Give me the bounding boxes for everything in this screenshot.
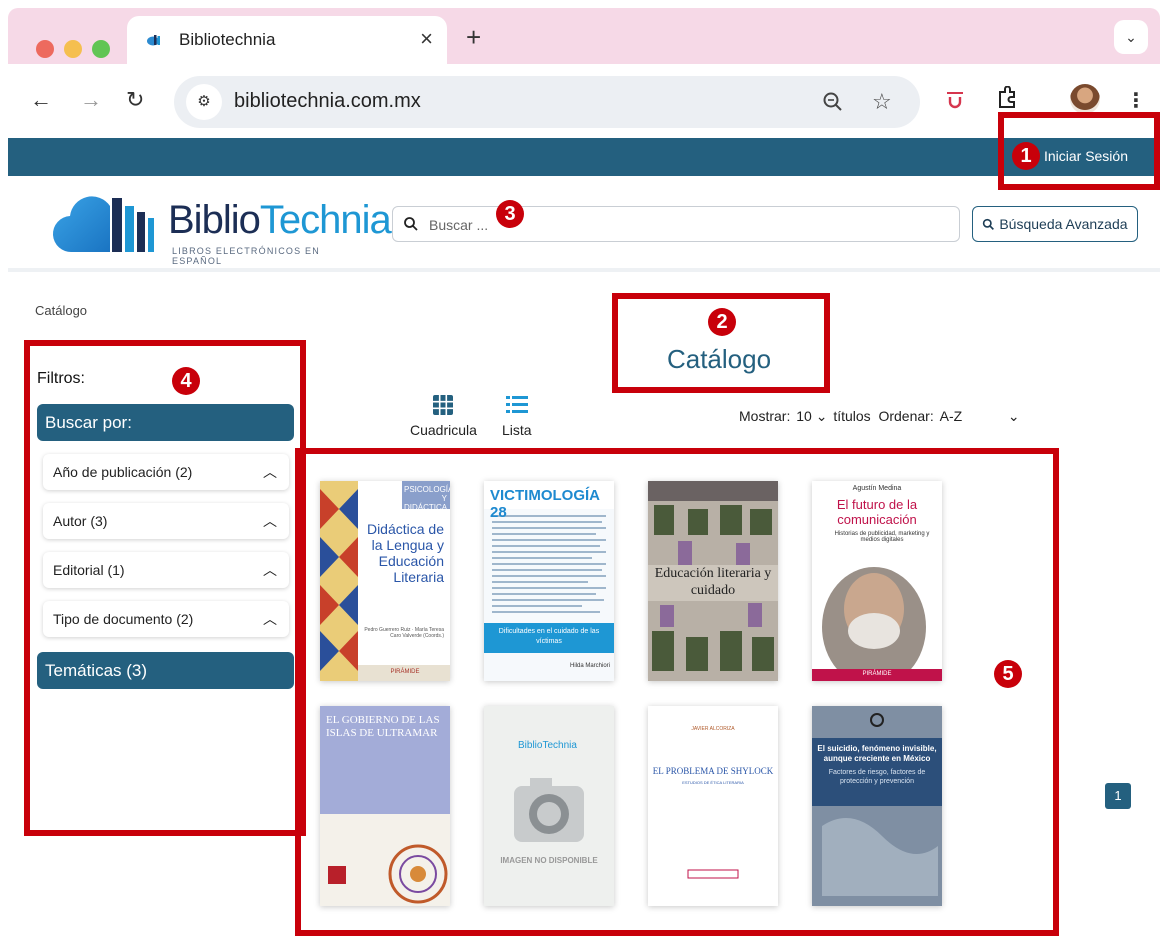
annotation-badge-4: 4: [172, 367, 200, 395]
show-label: Mostrar:: [739, 408, 791, 424]
new-tab-icon[interactable]: +: [466, 24, 481, 50]
advanced-search-label: Búsqueda Avanzada: [999, 216, 1128, 232]
reload-icon[interactable]: ↻: [126, 88, 144, 112]
tab-search-menu-icon[interactable]: ⌄: [1114, 20, 1148, 54]
cloud-favicon-icon: [147, 35, 160, 46]
site-info-icon[interactable]: ⚙: [186, 84, 222, 120]
list-view-button[interactable]: Lista: [502, 394, 532, 438]
tab-close-icon[interactable]: ×: [420, 26, 433, 52]
annotation-badge-2: 2: [708, 308, 736, 336]
grid-icon: [433, 395, 454, 415]
titles-label: títulos: [833, 408, 871, 424]
logo-wordmark: BiblioTechnia: [168, 198, 392, 242]
page-size-select[interactable]: 10 ⌄: [794, 408, 829, 425]
logo-cloud-icon: [52, 196, 154, 253]
bookmark-star-icon[interactable]: ☆: [872, 89, 892, 115]
tab-title: Bibliotechnia: [179, 30, 276, 49]
list-view-label: Lista: [502, 422, 532, 438]
browser-toolbar: ← → ↻ ⚙ bibliotechnia.com.mx ☆ ⋮: [8, 64, 1160, 138]
browser-tab[interactable]: Bibliotechnia ×: [127, 16, 447, 64]
chevron-down-icon: ⌄: [815, 408, 828, 424]
back-icon[interactable]: ←: [30, 88, 52, 112]
annotation-badge-1: 1: [1012, 142, 1040, 170]
search-icon: [404, 217, 418, 231]
more-menu-icon[interactable]: ⋮: [1126, 88, 1146, 113]
logo-tagline: LIBROS ELECTRÓNICOS EN ESPAÑOL: [172, 246, 320, 266]
forward-icon[interactable]: →: [80, 88, 102, 112]
search-icon: [983, 218, 995, 230]
grid-view-button[interactable]: Cuadricula: [410, 394, 477, 438]
address-bar[interactable]: ⚙ bibliotechnia.com.mx ☆: [174, 76, 920, 128]
zoom-icon[interactable]: [822, 91, 844, 113]
sort-label: Ordenar:: [878, 408, 934, 424]
maximize-window-button[interactable]: [92, 40, 110, 58]
annotation-badge-3: 3: [496, 200, 524, 228]
advanced-search-button[interactable]: Búsqueda Avanzada: [972, 206, 1138, 242]
site-top-bar: Iniciar Sesión: [8, 138, 1160, 176]
puzzle-icon[interactable]: [996, 86, 1018, 110]
search-box[interactable]: [392, 206, 960, 242]
minimize-window-button[interactable]: [64, 40, 82, 58]
list-icon: [505, 396, 528, 413]
pagination-page-1[interactable]: 1: [1105, 783, 1131, 809]
url-text[interactable]: bibliotechnia.com.mx: [234, 90, 421, 113]
annotation-badge-5: 5: [994, 660, 1022, 688]
avatar[interactable]: [1070, 84, 1100, 114]
sort-select[interactable]: A-Z ⌄: [938, 408, 1022, 425]
chevron-down-icon: ⌄: [1007, 408, 1020, 424]
grid-view-label: Cuadricula: [410, 422, 477, 438]
close-window-button[interactable]: [36, 40, 54, 58]
annotation-box-4: [24, 340, 306, 836]
site-logo[interactable]: BiblioTechnia LIBROS ELECTRÓNICOS EN ESP…: [52, 188, 392, 266]
annotation-box-5: [295, 448, 1059, 936]
results-controls: Mostrar: 10 ⌄ títulos Ordenar: A-Z ⌄: [739, 408, 1022, 425]
breadcrumb[interactable]: Catálogo: [35, 303, 87, 318]
extension-icon[interactable]: [944, 90, 966, 110]
site-header: BiblioTechnia LIBROS ELECTRÓNICOS EN ESP…: [8, 176, 1160, 272]
